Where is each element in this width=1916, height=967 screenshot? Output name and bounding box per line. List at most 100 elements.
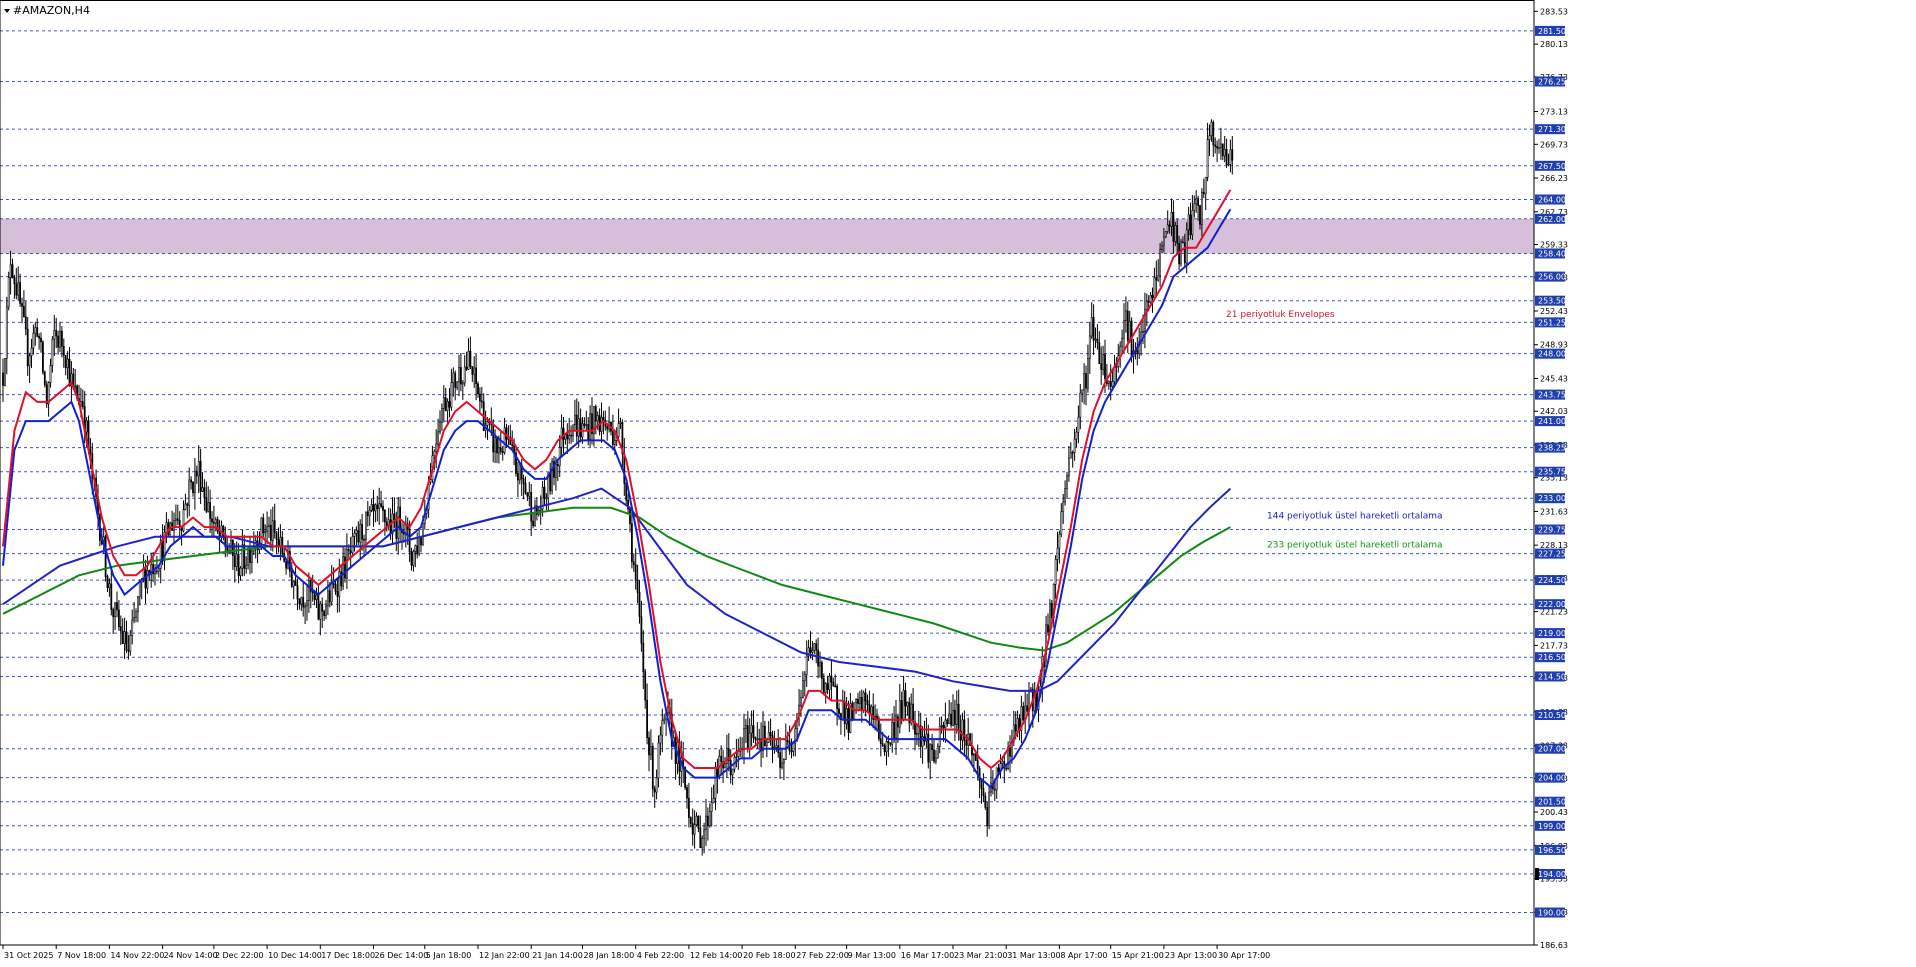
candle-body [207, 502, 210, 512]
candle-body [121, 630, 124, 644]
candle-body [418, 537, 421, 555]
price-axis[interactable]: 283.53280.13276.73273.13269.73266.23262.… [0, 0, 1568, 950]
price-chart[interactable]: 21 periyotluk Envelopes 144 periyotluk üs… [0, 0, 1916, 963]
candle-body [66, 358, 69, 368]
candle-body [1153, 277, 1156, 299]
time-tick-label: 5 Jan 18:00 [426, 951, 472, 960]
candle-body [940, 725, 943, 727]
candle-body [57, 335, 60, 348]
candle-body [262, 517, 265, 534]
candle-body [458, 367, 460, 383]
candle-body [518, 464, 521, 481]
candle-body [982, 788, 985, 797]
candle-body [294, 581, 297, 586]
candle-body [264, 531, 267, 534]
candle-body [1009, 747, 1011, 757]
candle-body [450, 382, 453, 408]
candle-body [543, 486, 546, 499]
candle-body [1096, 338, 1099, 344]
candle-body [201, 487, 204, 492]
candle-body [554, 463, 557, 478]
candle-body [182, 509, 185, 532]
candle-body [687, 797, 690, 818]
candle-body [896, 716, 899, 728]
candle-body [862, 692, 865, 711]
candle-body [934, 757, 937, 762]
chart-window[interactable]: 21 periyotluk Envelopes 144 periyotluk üs… [0, 0, 1916, 963]
price-tick-label: 283.53 [1540, 7, 1568, 16]
candle-body [855, 698, 858, 704]
price-tick-label: 248.93 [1540, 341, 1568, 350]
candle-body [1216, 146, 1219, 149]
time-tick-label: 12 Feb 14:00 [690, 951, 742, 960]
time-tick-label: 16 Mar 17:00 [901, 951, 954, 960]
annotation-label: 144 periyotluk üstel hareketli ortalama [1267, 511, 1443, 521]
time-tick-label: 15 Apr 21:00 [1112, 951, 1164, 960]
time-axis[interactable]: 31 Oct 2025 7 Nov 18:00 14 Nov 22:00 24 Nov… [2, 945, 1270, 960]
candle-body [41, 341, 44, 373]
candle-body [587, 424, 590, 440]
level-price-label: 233.00 [1538, 494, 1566, 503]
candle-body [271, 520, 274, 541]
time-tick-label: 23 Mar 21:00 [954, 951, 1007, 960]
candle-body [30, 347, 33, 357]
candle-body [1193, 203, 1196, 211]
candle-body [1085, 373, 1087, 389]
candle-body [775, 745, 778, 748]
candle-body [1060, 511, 1063, 535]
candle-body [836, 685, 839, 710]
candle-body [119, 626, 122, 632]
candle-body [661, 720, 664, 736]
level-price-label: 238.25 [1538, 444, 1566, 453]
time-tick-label: 31 Mar 13:00 [1007, 951, 1060, 960]
price-tick-label: 231.63 [1540, 507, 1568, 516]
candle-body [194, 470, 196, 493]
candle-body [251, 550, 253, 563]
candle-body [60, 330, 63, 347]
candle-body [1047, 624, 1049, 633]
candle-body [1071, 451, 1074, 454]
price-tick-label: 280.13 [1540, 40, 1568, 49]
candle-body [993, 788, 996, 791]
candle-body [613, 440, 616, 445]
candle-body [454, 372, 457, 388]
triangle-down-icon[interactable] [4, 9, 10, 13]
candle-body [866, 700, 869, 706]
candle-body [1107, 380, 1110, 384]
candle-body [353, 533, 356, 537]
candle-body [1223, 148, 1226, 157]
candle-body [503, 427, 506, 453]
candle-body [239, 567, 242, 576]
candle-body [112, 609, 115, 618]
candle-body [1111, 381, 1114, 387]
candle-body [946, 719, 949, 725]
candle-body [383, 510, 386, 523]
candle-body [948, 713, 951, 725]
level-price-label: 201.50 [1538, 798, 1566, 807]
level-price-label: 204.00 [1538, 774, 1566, 783]
candle-body [269, 524, 272, 541]
candle-body [4, 358, 6, 386]
candle-body [853, 702, 856, 721]
candle-body [382, 505, 384, 511]
candle-body [1187, 214, 1190, 231]
candle-body [1151, 295, 1154, 299]
candle-body [634, 564, 637, 581]
candle-body [708, 811, 711, 827]
horizontal-level-lines[interactable] [0, 30, 1534, 914]
candle-body [974, 753, 977, 761]
candle-body [997, 767, 1000, 772]
level-price-label: 216.50 [1538, 653, 1566, 662]
candle-body [1212, 121, 1215, 146]
candle-body [1199, 205, 1201, 225]
candle-body [1170, 211, 1173, 227]
candle-body [347, 549, 350, 552]
candle-body [433, 450, 436, 456]
candle-body [744, 725, 747, 729]
price-tick-label: 252.43 [1540, 307, 1568, 316]
candle-body [1054, 559, 1057, 585]
candle-body [817, 649, 820, 667]
level-price-label: 210.50 [1538, 711, 1566, 720]
level-price-label: 241.00 [1538, 417, 1566, 426]
candle-body [235, 553, 238, 567]
